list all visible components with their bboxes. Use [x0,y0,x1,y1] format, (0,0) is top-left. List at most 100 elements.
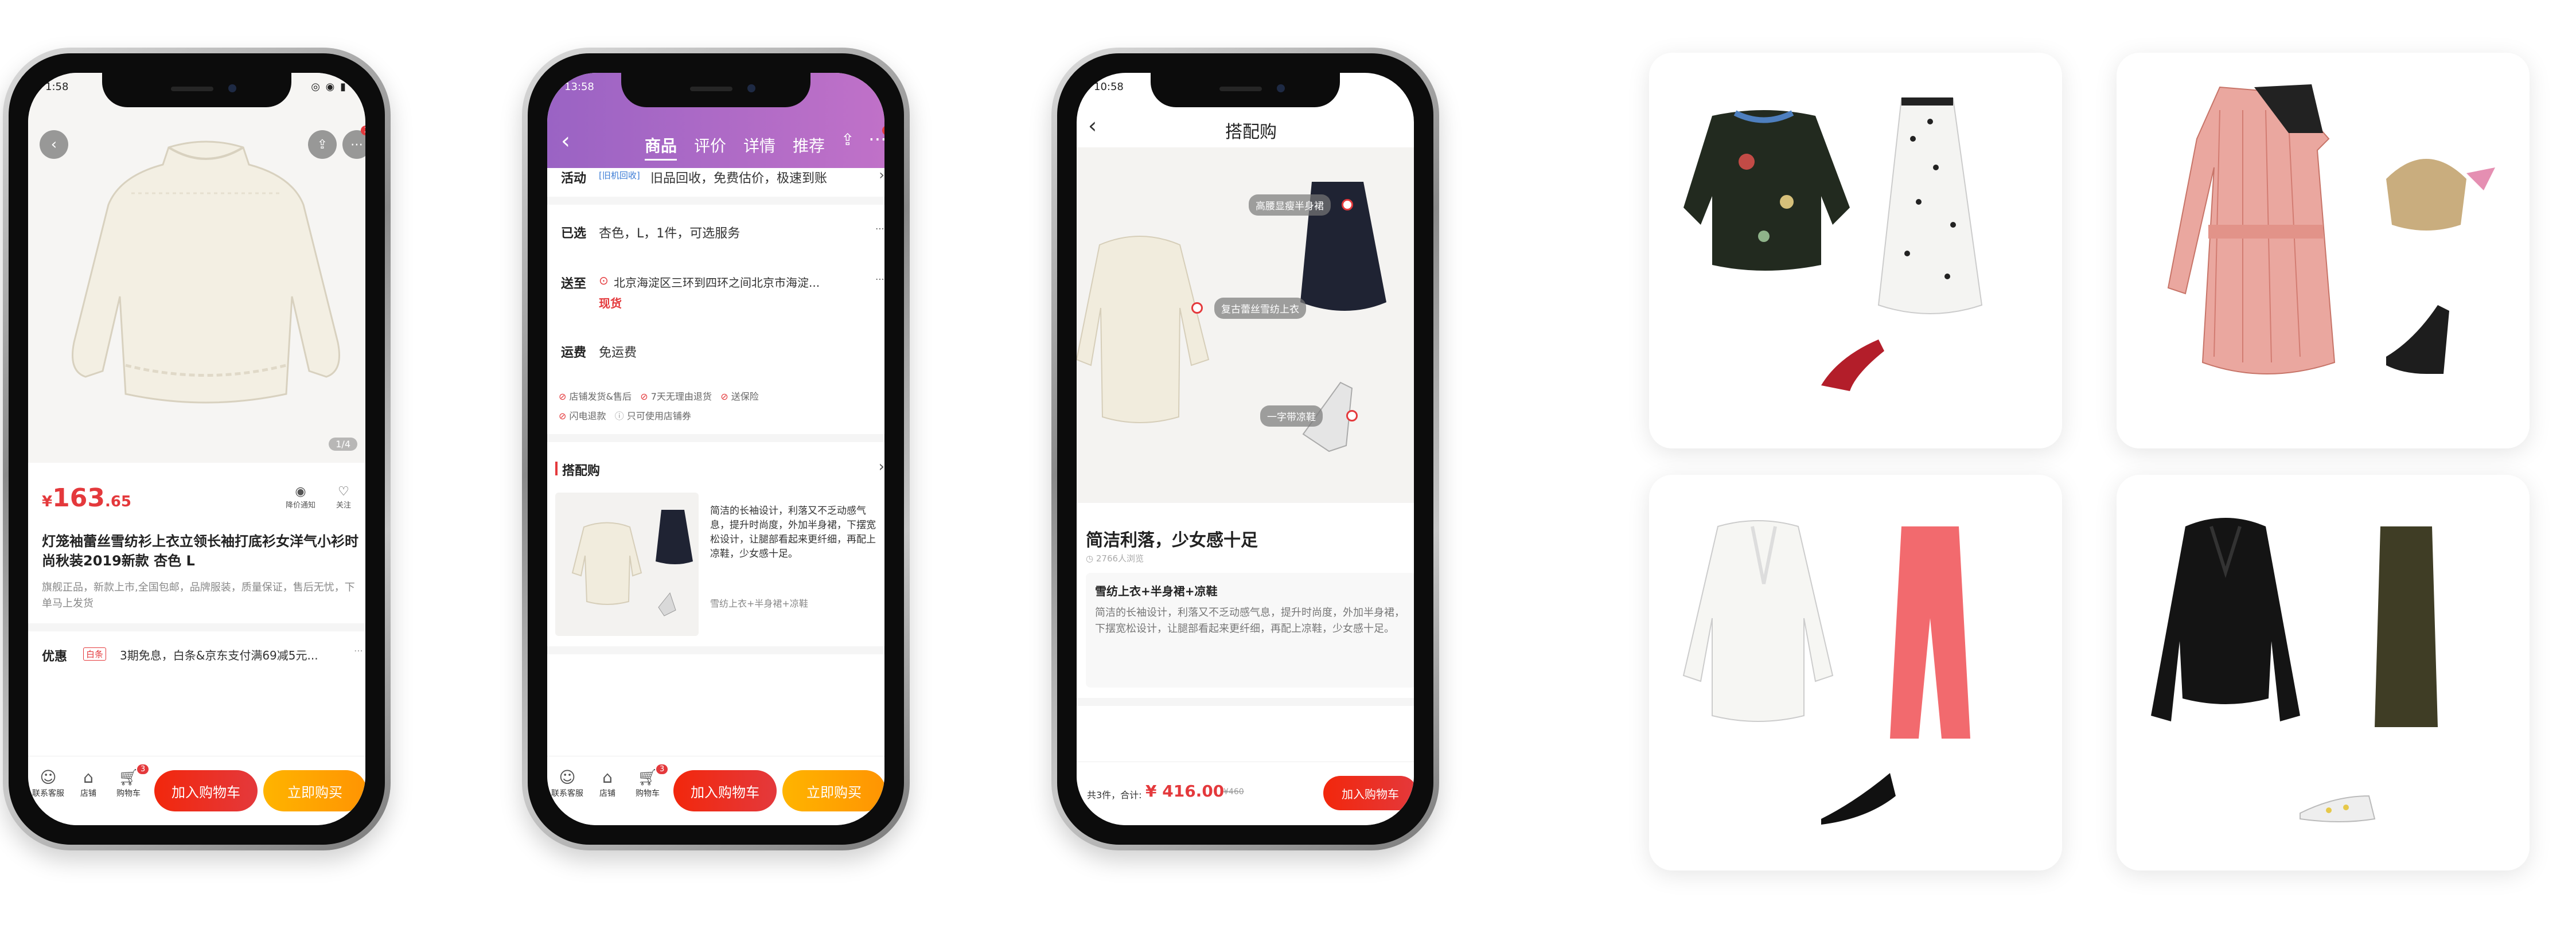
status-time: 10:58 [1094,81,1124,93]
buy-now-button[interactable]: 立即购买 [263,770,365,811]
outfit-2-image [2167,84,2495,374]
outfit-title: 搭配购 [562,464,601,478]
selected-label: 已选 [561,227,587,241]
activity-label: 活动 [561,171,587,186]
service-tag: 闪电退款 [569,411,606,421]
outfit-card-2[interactable] [2117,53,2530,448]
outfit-description: 简洁的长袖设计，利落又不乏动感气息，提升时尚度，外加半身裙，下摆宽松设计，让腿部… [710,505,876,560]
more-dots-icon: ⋯ [350,137,363,152]
tab-reviews[interactable]: 评价 [694,134,726,157]
combo-title: 雪纺上衣+半身裙+凉鞋 [1095,584,1218,598]
notify-label: 降价通知 [285,501,315,510]
back-button[interactable]: ‹ [561,128,570,154]
activity-row[interactable]: 活动 [旧机回收] 旧品回收，免费估价，极速到账 › [547,167,884,191]
activity-text: 旧品回收，免费估价，极速到账 [650,171,828,186]
views-text: 2766人浏览 [1096,553,1144,564]
ship-label: 送至 [561,277,587,291]
hotspot-sandals[interactable]: 一字带凉鞋 [1260,405,1323,427]
add-to-cart-button[interactable]: 加入购物车 [1323,776,1414,810]
chat-icon: ☺ [559,768,576,787]
status-time: 13:58 [564,81,594,93]
status-time: 1:58 [45,81,69,93]
fee-label: 运费 [561,346,587,360]
product-image[interactable]: ‹ ⇪ ⋯ 22 1/4 [28,73,365,463]
outfit-card-3[interactable] [1649,475,2062,870]
hotspot-dot[interactable] [1191,302,1203,314]
image-counter: 1/4 [329,438,357,451]
check-icon: ⊘ [559,391,567,402]
outfit-hero[interactable]: 高腰显瘦半身裙 复古蕾丝雪纺上衣 一字带凉鞋 [1077,147,1414,503]
hotspot-blouse[interactable]: 复古蕾丝雪纺上衣 [1214,298,1306,319]
promo-text: 3期免息，白条&京东支付满69减5元... [120,649,318,662]
shop-button[interactable]: ⌂ 店铺 [587,768,628,799]
hotspot-dot[interactable] [1342,199,1353,210]
outfit-header: ‹ 搭配购 [1077,107,1414,148]
price-decimal: .65 [104,493,132,510]
chat-icon: ☺ [40,768,57,787]
tab-recommend[interactable]: 推荐 [793,134,825,157]
tab-details[interactable]: 详情 [743,134,775,157]
outfit-headline: 简洁利落，少女感十足 [1086,530,1258,551]
bottom-action-bar: ☺ 联系客服 ⌂ 店铺 🛒︎ 购物车 3 加入购物车 立即购买 [28,756,365,825]
share-icon: ⇪ [317,137,328,152]
combo-card: 雪纺上衣+半身裙+凉鞋 简洁的长袖设计，利落又不乏动感气息，提升时尚度，外加半身… [1086,573,1414,688]
add-to-cart-button[interactable]: 加入购物车 [673,770,777,811]
views-count: ◷ 2766人浏览 [1086,552,1144,564]
back-button[interactable]: ‹ [40,130,68,159]
total-price: ¥ 416.00 [1145,782,1225,801]
section-divider [28,623,365,631]
checkout-bar: 共3件，合计: ¥ 416.00 ¥460 加入购物车 [1077,762,1414,825]
section-divider [547,434,884,442]
outfit-items: 雪纺上衣+半身裙+凉鞋 [710,598,808,609]
outfit-4-image [2151,518,2438,822]
customer-service-button[interactable]: ☺ 联系客服 [547,768,587,799]
total-label: 共3件，合计: [1087,790,1142,801]
service-label: 联系客服 [32,789,64,798]
ship-row[interactable]: 送至 ⊙ 北京海淀区三环到四环之间北京市海淀... 现货 ⋯ [547,274,884,314]
notch [1151,73,1340,107]
buy-now-button[interactable]: 立即购买 [782,770,884,811]
shop-label: 店铺 [599,789,615,798]
activity-tag: [旧机回收] [599,170,640,181]
cart-badge: 3 [656,764,668,774]
check-icon: ⊘ [720,391,728,402]
tab-product[interactable]: 商品 [645,134,677,161]
location-pin-icon: ⊙ [599,274,609,287]
price-symbol: ¥ [42,493,53,510]
customer-service-button[interactable]: ☺ 联系客服 [28,768,68,799]
add-to-cart-button[interactable]: 加入购物车 [154,770,258,811]
shop-button[interactable]: ⌂ 店铺 [68,768,108,799]
check-icon: ⊘ [559,411,567,421]
outfit-card-1[interactable] [1649,53,2062,448]
section-divider [547,646,884,654]
combo-description: 简洁的长袖设计，利落又不乏动感气息，提升时尚度，外加半身裙，下摆宽松设计，让腿部… [1095,607,1405,635]
chevron-left-icon: ‹ [50,136,57,153]
follow-button[interactable]: ♡ 关注 [326,485,361,510]
phone-frame-detail: 13:58 ‹ 商品 评价 详情 推荐 ⇪ ⋯ 22 活动 [旧机回收] 旧品回… [522,48,910,850]
more-dots-icon: ⋯ [875,274,884,284]
notch [102,73,291,107]
service-tag: 送保险 [731,391,759,402]
product-screen: 1:58 ◎ ◉ ▮ ‹ ⇪ ⋯ 22 1/4 ¥163.65 ◉ 降价通知 ♡… [28,73,365,825]
hotspot-dot[interactable] [1346,410,1358,421]
chevron-left-icon: ‹ [561,128,570,154]
ship-address: 北京海淀区三环到四环之间北京市海淀... [614,276,820,290]
section-divider [547,197,884,205]
outfit-card-4[interactable] [2117,475,2530,870]
selected-text: 杏色，L，1件，可选服务 [599,227,741,241]
share-button[interactable]: ⇪ [841,130,854,149]
outfit-section-header[interactable]: 搭配购 › [547,458,884,483]
outfit-card[interactable]: 简洁的长袖设计，利落又不乏动感气息，提升时尚度，外加半身裙，下摆宽松设计，让腿部… [555,493,884,636]
outfit-3-image [1682,520,1970,825]
hotspot-skirt[interactable]: 高腰显瘦半身裙 [1249,194,1331,216]
price-notify-button[interactable]: ◉ 降价通知 [280,485,321,510]
share-button[interactable]: ⇪ [308,130,337,159]
bell-icon: ◉ [295,485,306,499]
cart-label: 购物车 [636,789,660,798]
promo-row[interactable]: 优惠 白条 3期免息，白条&京东支付满69减5元... ⋯ [28,635,365,675]
service-label: 联系客服 [551,789,583,798]
selected-row[interactable]: 已选 杏色，L，1件，可选服务 ⋯ [547,223,884,246]
section-divider [1077,698,1414,706]
fee-text: 免运费 [599,346,637,360]
outfit-screen: 10:58 ‹ 搭配购 高腰显瘦半身裙 复古蕾丝雪纺上衣 一字带凉鞋 简洁利落，… [1077,73,1414,825]
